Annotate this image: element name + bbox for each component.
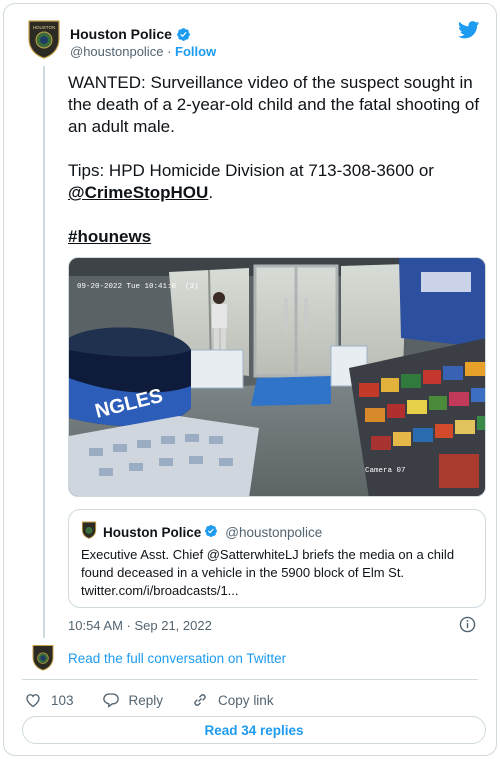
quote-author-handle: @houstonpolice bbox=[225, 525, 323, 540]
author-name[interactable]: Houston Police bbox=[70, 26, 191, 42]
tweet-actions: 103 Reply Copy link bbox=[24, 690, 302, 710]
quote-author-line: Houston Police @houstonpolice bbox=[103, 524, 322, 541]
author-avatar[interactable]: HOUSTON bbox=[26, 19, 62, 59]
tweet-paragraph-wanted: WANTED: Surveillance video of the suspec… bbox=[68, 73, 480, 136]
mention-crimestophou[interactable]: @CrimeStopHOU bbox=[68, 183, 208, 202]
tweet-paragraph-tips: Tips: HPD Homicide Division at 713-308-3… bbox=[68, 160, 488, 204]
quote-text: Executive Asst. Chief @SatterwhiteLJ bri… bbox=[81, 547, 455, 598]
tips-text: Tips: HPD Homicide Division at 713-308-3… bbox=[68, 161, 434, 180]
like-button[interactable]: 103 bbox=[24, 691, 74, 709]
author-name-text[interactable]: Houston Police bbox=[70, 26, 172, 42]
quoted-tweet[interactable]: Houston Police @houstonpolice Executive … bbox=[68, 509, 486, 608]
thread-connector-line bbox=[43, 66, 45, 638]
quote-author-avatar bbox=[81, 521, 97, 539]
embedded-tweet-card: HOUSTON Houston Police @houstonpolice · … bbox=[3, 3, 497, 756]
read-full-conversation-link[interactable]: Read the full conversation on Twitter bbox=[68, 651, 286, 666]
camera-label-overlay: Camera 07 bbox=[365, 467, 406, 475]
reply-button[interactable]: Reply bbox=[102, 691, 164, 709]
svg-text:HOUSTON: HOUSTON bbox=[33, 25, 55, 30]
tweet-paragraph-hashtag: #hounews bbox=[68, 226, 488, 248]
author-handle-line: @houstonpolice · Follow bbox=[70, 44, 216, 59]
link-icon bbox=[194, 694, 206, 706]
follow-link[interactable]: Follow bbox=[175, 44, 216, 59]
reply-icon bbox=[102, 693, 119, 708]
hashtag-hounews[interactable]: #hounews bbox=[68, 227, 151, 246]
author-handle[interactable]: @houstonpolice bbox=[70, 44, 163, 59]
quote-verified-badge-icon bbox=[204, 524, 218, 541]
tips-period: . bbox=[208, 183, 214, 202]
tweet-timestamp[interactable]: 10:54 AM · Sep 21, 2022 bbox=[68, 618, 212, 633]
tweet-text: WANTED: Surveillance video of the suspec… bbox=[68, 72, 488, 270]
quote-author-name: Houston Police bbox=[103, 525, 202, 540]
separator-dot: · bbox=[167, 44, 172, 59]
copy-link-label: Copy link bbox=[218, 692, 274, 708]
heart-icon bbox=[26, 694, 40, 708]
video-timestamp-overlay: 09-20-2022 Tue 10:41:0 bbox=[77, 283, 177, 291]
verified-badge-icon bbox=[176, 27, 191, 42]
video-channel-overlay: (3) bbox=[185, 283, 199, 291]
surveillance-video-thumbnail[interactable]: NGLES 09-20-2022 Tue 10:41:0 (3) Camera … bbox=[68, 257, 486, 497]
reply-label: Reply bbox=[128, 692, 164, 708]
conversation-avatar bbox=[31, 644, 55, 671]
read-replies-button[interactable]: Read 34 replies bbox=[22, 716, 486, 744]
twitter-bird-icon[interactable] bbox=[458, 21, 480, 39]
like-count: 103 bbox=[51, 692, 74, 708]
info-icon[interactable] bbox=[459, 616, 476, 633]
actions-divider bbox=[22, 679, 478, 680]
copy-link-button[interactable]: Copy link bbox=[191, 691, 274, 709]
